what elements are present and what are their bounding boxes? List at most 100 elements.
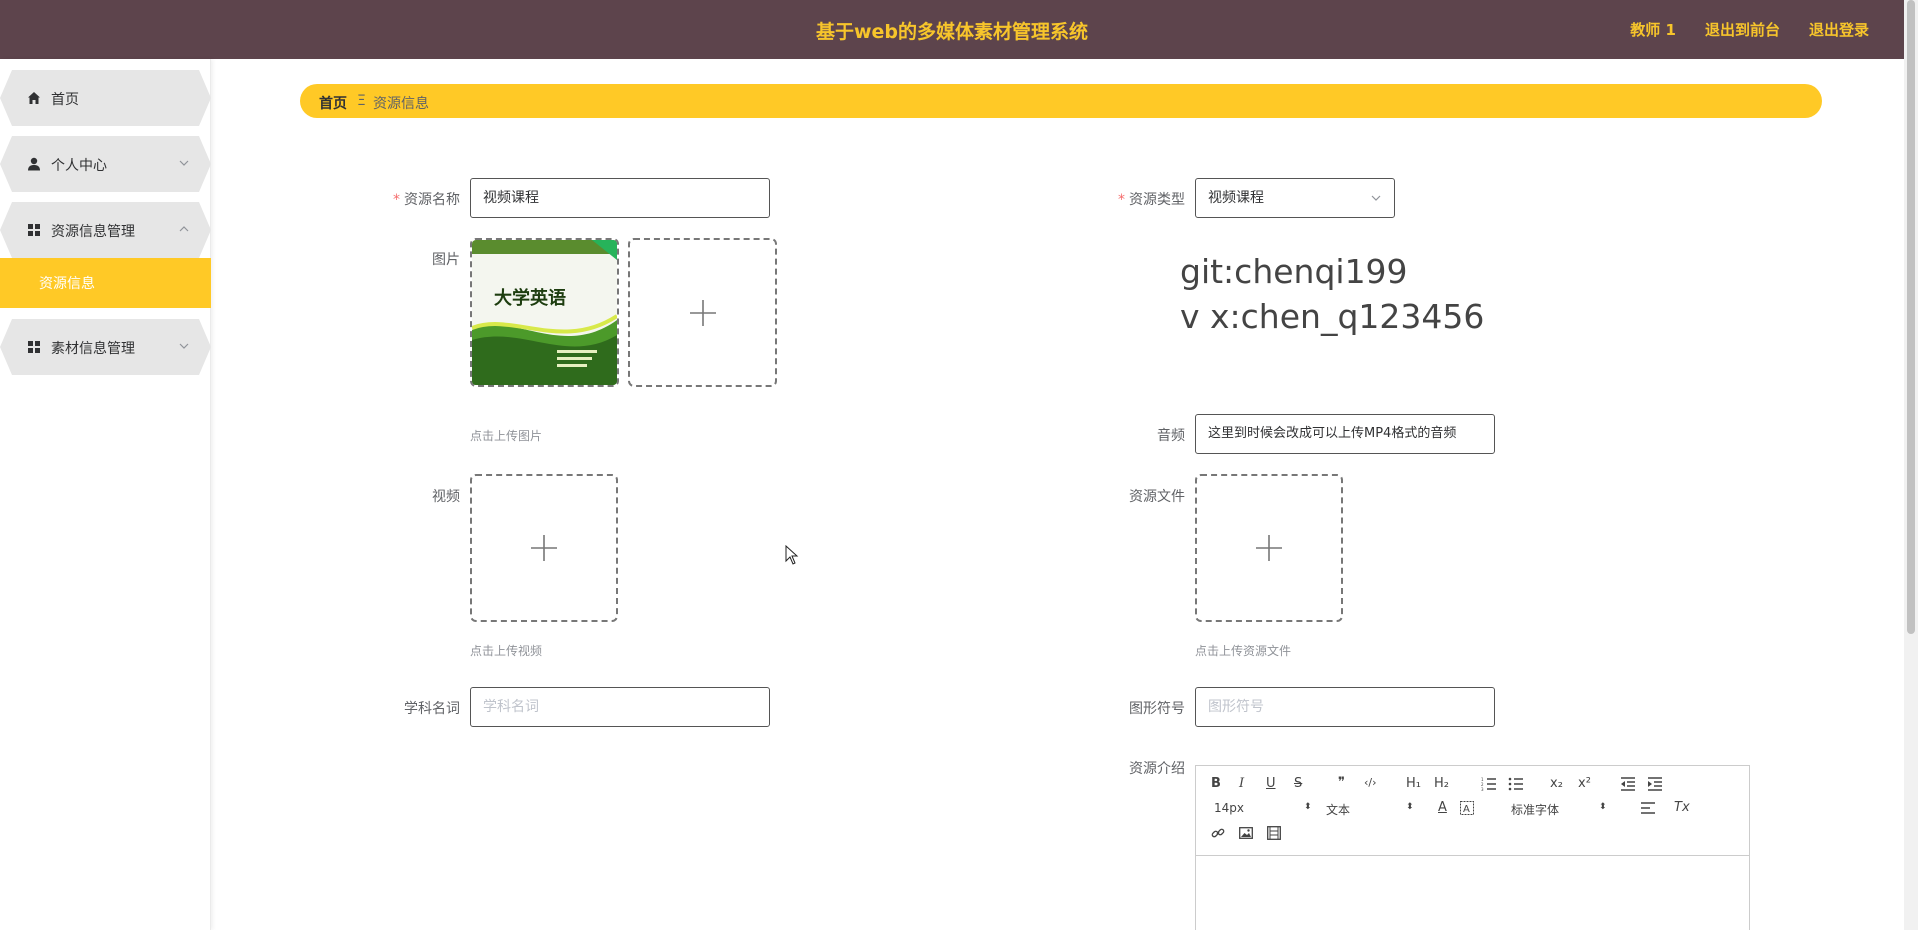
subject-input[interactable]: 学科名词	[470, 687, 770, 727]
editor-toolbar: B I U S ❞ ‹/› H₁ H₂ 123 x₂ x² 14px ⬍ 文本 ⬍ …	[1196, 766, 1749, 856]
intro-label: 资源介绍	[1129, 761, 1185, 777]
resource-file-label: 资源文件	[1129, 489, 1185, 505]
sidebar-item-resource-management[interactable]: 资源信息管理	[0, 202, 211, 258]
align-button[interactable]	[1640, 802, 1656, 814]
font-size-select[interactable]: 14px ⬍	[1214, 801, 1312, 815]
sidebar-item-profile[interactable]: 个人中心	[0, 136, 211, 192]
symbol-input[interactable]: 图形符号	[1195, 687, 1495, 727]
grid-icon	[28, 341, 40, 353]
book-title-text: 大学英语	[494, 287, 566, 309]
image-label: 图片	[432, 252, 460, 268]
required-mark: *	[393, 192, 400, 208]
select-arrows-icon: ⬍	[1304, 802, 1312, 812]
background-color-icon: A	[1460, 801, 1474, 815]
user-name-link[interactable]: 教师 1	[1630, 19, 1676, 40]
sidebar-item-home[interactable]: 首页	[0, 70, 211, 126]
user-icon	[28, 157, 40, 171]
chevron-down-icon	[179, 160, 189, 166]
back-to-front-link[interactable]: 退出到前台	[1705, 19, 1780, 40]
heading-2-button[interactable]: H₂	[1434, 776, 1449, 791]
paragraph-value: 文本	[1326, 803, 1351, 817]
bullet-list-icon	[1508, 777, 1523, 791]
mouse-cursor-icon	[785, 545, 799, 565]
outdent-button[interactable]	[1620, 777, 1636, 791]
chevron-down-icon	[179, 343, 189, 349]
home-icon	[28, 92, 40, 104]
watermark-line-1: git:chenqi199	[1180, 252, 1408, 291]
paragraph-select[interactable]: 文本 ⬍	[1326, 801, 1414, 818]
ordered-list-icon: 123	[1481, 777, 1496, 791]
logout-link[interactable]: 退出登录	[1809, 19, 1869, 40]
sidebar-item-label: 个人中心	[51, 158, 107, 174]
plus-icon	[1256, 535, 1282, 561]
grid-icon	[28, 224, 40, 236]
uploaded-image-thumbnail[interactable]: 大学英语	[470, 238, 619, 387]
italic-button[interactable]: I	[1239, 776, 1244, 791]
heading-1-button[interactable]: H₁	[1406, 776, 1421, 791]
breadcrumb-current: 资源信息	[373, 96, 429, 112]
plus-icon	[689, 299, 716, 326]
sidebar-item-label: 资源信息管理	[51, 224, 135, 240]
video-upload-hint: 点击上传视频	[470, 644, 543, 658]
align-left-icon	[1641, 802, 1655, 814]
font-family-value: 标准字体	[1511, 803, 1560, 817]
watermark-text: git:chenqi199 v x:chen_q123456	[1180, 249, 1484, 339]
subscript-button[interactable]: x₂	[1550, 776, 1563, 791]
header-links: 教师 1 退出到前台 退出登录	[1630, 19, 1869, 40]
image-upload-hint: 点击上传图片	[470, 429, 543, 443]
vertical-scrollbar[interactable]	[1904, 0, 1918, 930]
resource-type-select[interactable]: 视频课程	[1195, 178, 1395, 218]
editor-content-area[interactable]	[1196, 856, 1749, 930]
sidebar-item-label: 素材信息管理	[51, 341, 135, 357]
resource-file-upload-box[interactable]	[1195, 474, 1343, 622]
top-header: 基于web的多媒体素材管理系统 教师 1 退出到前台 退出登录	[0, 0, 1904, 59]
sidebar: 首页 个人中心 资源信息管理 资源信息 素材信息管理	[0, 59, 211, 930]
watermark-line-2: v x:chen_q123456	[1180, 297, 1485, 336]
font-family-select[interactable]: 标准字体 ⬍	[1511, 801, 1607, 818]
svg-text:3: 3	[1481, 787, 1484, 791]
bold-button[interactable]: B	[1211, 776, 1221, 791]
resource-type-label: * 资源类型	[1118, 192, 1185, 208]
link-button[interactable]	[1211, 826, 1225, 840]
breadcrumb-home[interactable]: 首页	[319, 93, 347, 113]
code-block-button[interactable]: ‹/›	[1364, 776, 1377, 789]
sidebar-item-material-management[interactable]: 素材信息管理	[0, 319, 211, 375]
breadcrumb: 首页 Ξ 资源信息	[300, 84, 1822, 118]
font-size-value: 14px	[1214, 801, 1244, 815]
symbol-label: 图形符号	[1129, 701, 1185, 717]
clear-format-button[interactable]: Tx	[1674, 800, 1690, 815]
sidebar-subitem-resource-info[interactable]: 资源信息	[0, 258, 211, 308]
plus-icon	[531, 535, 557, 561]
video-label: 视频	[432, 489, 460, 505]
font-color-button[interactable]: A	[1438, 800, 1447, 815]
video-button[interactable]	[1267, 826, 1281, 840]
background-color-button[interactable]: A	[1460, 801, 1474, 815]
audio-label: 音频	[1157, 428, 1185, 444]
video-icon	[1267, 826, 1281, 840]
blockquote-button[interactable]: ❞	[1338, 775, 1345, 790]
resource-file-upload-hint: 点击上传资源文件	[1195, 644, 1292, 658]
bullet-list-button[interactable]	[1508, 777, 1524, 791]
image-button[interactable]	[1239, 826, 1253, 840]
resource-name-input[interactable]: 视频课程	[470, 178, 770, 218]
book-cover-image: 大学英语	[472, 240, 617, 385]
video-upload-box[interactable]	[470, 474, 618, 622]
subject-label: 学科名词	[404, 701, 460, 717]
breadcrumb-separator: Ξ	[357, 93, 366, 109]
app-title: 基于web的多媒体素材管理系统	[815, 21, 1089, 43]
outdent-icon	[1621, 777, 1635, 791]
select-arrows-icon: ⬍	[1599, 802, 1607, 812]
audio-input[interactable]: 这里到时候会改成可以上传MP4格式的音频	[1195, 414, 1495, 454]
indent-button[interactable]	[1647, 777, 1663, 791]
required-mark: *	[1118, 192, 1125, 208]
strike-button[interactable]: S	[1294, 776, 1302, 791]
superscript-button[interactable]: x²	[1578, 776, 1591, 791]
image-upload-box[interactable]	[628, 238, 777, 387]
scrollbar-thumb[interactable]	[1907, 0, 1915, 634]
svg-text:A: A	[1463, 804, 1470, 815]
rich-text-editor: B I U S ❞ ‹/› H₁ H₂ 123 x₂ x² 14px ⬍ 文本 ⬍ …	[1195, 765, 1750, 930]
select-arrows-icon: ⬍	[1406, 802, 1414, 812]
chevron-down-icon	[1371, 195, 1381, 201]
underline-button[interactable]: U	[1266, 776, 1276, 791]
ordered-list-button[interactable]: 123	[1481, 777, 1497, 791]
